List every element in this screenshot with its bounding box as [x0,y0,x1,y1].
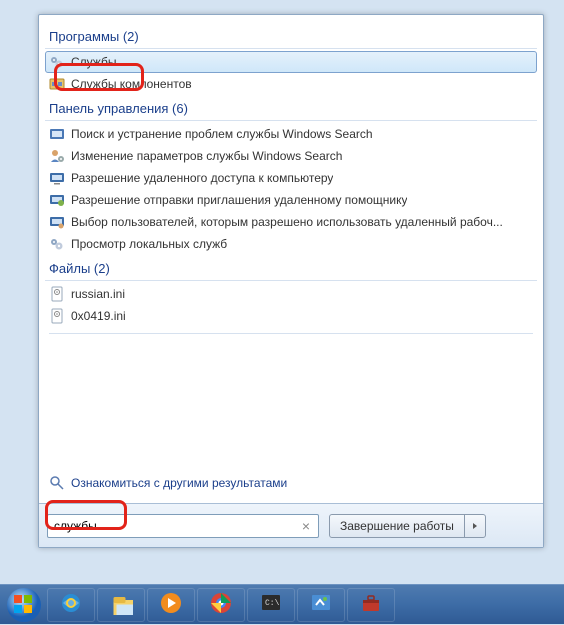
toolbox-icon [359,591,383,618]
search-icon [49,475,65,491]
result-item[interactable]: Поиск и устранение проблем службы Window… [45,123,537,145]
search-results: Программы (2) Службы Службы компонентов … [39,15,543,348]
result-item[interactable]: Разрешение отправки приглашения удаленно… [45,189,537,211]
result-item[interactable]: 0x0419.ini [45,305,537,327]
component-services-icon [49,76,65,92]
result-item[interactable]: russian.ini [45,283,537,305]
see-more-results-label: Ознакомиться с другими результатами [71,476,287,490]
section-header-control-panel: Панель управления (6) [45,95,537,121]
clear-search-icon[interactable]: × [298,518,314,534]
search-box[interactable]: × [47,514,319,538]
taskbar-button[interactable] [97,588,145,622]
tool1-icon [309,591,333,618]
result-label: Изменение параметров службы Windows Sear… [71,149,342,163]
result-item[interactable]: Выбор пользователей, которым разрешено и… [45,211,537,233]
file-explorer-icon [109,591,133,618]
result-label: Поиск и устранение проблем службы Window… [71,127,373,141]
internet-explorer-icon [59,591,83,618]
result-label: Службы компонентов [71,77,192,91]
shutdown-button-arrow[interactable] [465,515,485,537]
result-label: Службы [71,55,116,69]
start-menu-bottom-bar: × Завершение работы [39,503,543,547]
taskbar-button[interactable] [297,588,345,622]
shutdown-button-main[interactable]: Завершение работы [330,515,465,537]
taskbar-button[interactable] [197,588,245,622]
taskbar-button[interactable] [47,588,95,622]
result-label: 0x0419.ini [71,309,126,323]
see-more-results-link[interactable]: Ознакомиться с другими результатами [49,475,287,491]
troubleshoot-icon [49,126,65,142]
result-item-services[interactable]: Службы [45,51,537,73]
taskbar: C:\ [0,584,564,624]
svg-text:C:\: C:\ [265,599,280,608]
result-item[interactable]: Изменение параметров службы Windows Sear… [45,145,537,167]
services-icon [49,54,65,70]
section-header-files: Файлы (2) [45,255,537,281]
section-header-programs: Программы (2) [45,23,537,49]
result-label: Разрешение отправки приглашения удаленно… [71,193,407,207]
user-setting-icon [49,148,65,164]
ini-file-icon [49,308,65,324]
result-label: Просмотр локальных служб [71,237,227,251]
remote-assist-icon [49,192,65,208]
remote-access-icon [49,170,65,186]
remote-users-icon [49,214,65,230]
result-label: Выбор пользователей, которым разрешено и… [71,215,503,229]
search-input[interactable] [48,515,318,537]
result-item[interactable]: Разрешение удаленного доступа к компьюте… [45,167,537,189]
result-item-component-services[interactable]: Службы компонентов [45,73,537,95]
terminal-icon: C:\ [259,591,283,618]
shutdown-split-button[interactable]: Завершение работы [329,514,486,538]
media-player-icon [159,591,183,618]
taskbar-button[interactable]: C:\ [247,588,295,622]
start-button[interactable] [4,585,44,625]
chrome-icon [209,591,233,618]
ini-file-icon [49,286,65,302]
services-icon [49,236,65,252]
taskbar-button[interactable] [147,588,195,622]
result-item[interactable]: Просмотр локальных служб [45,233,537,255]
result-label: Разрешение удаленного доступа к компьюте… [71,171,333,185]
start-menu-search-panel: Программы (2) Службы Службы компонентов … [38,14,544,548]
taskbar-button[interactable] [347,588,395,622]
result-label: russian.ini [71,287,125,301]
